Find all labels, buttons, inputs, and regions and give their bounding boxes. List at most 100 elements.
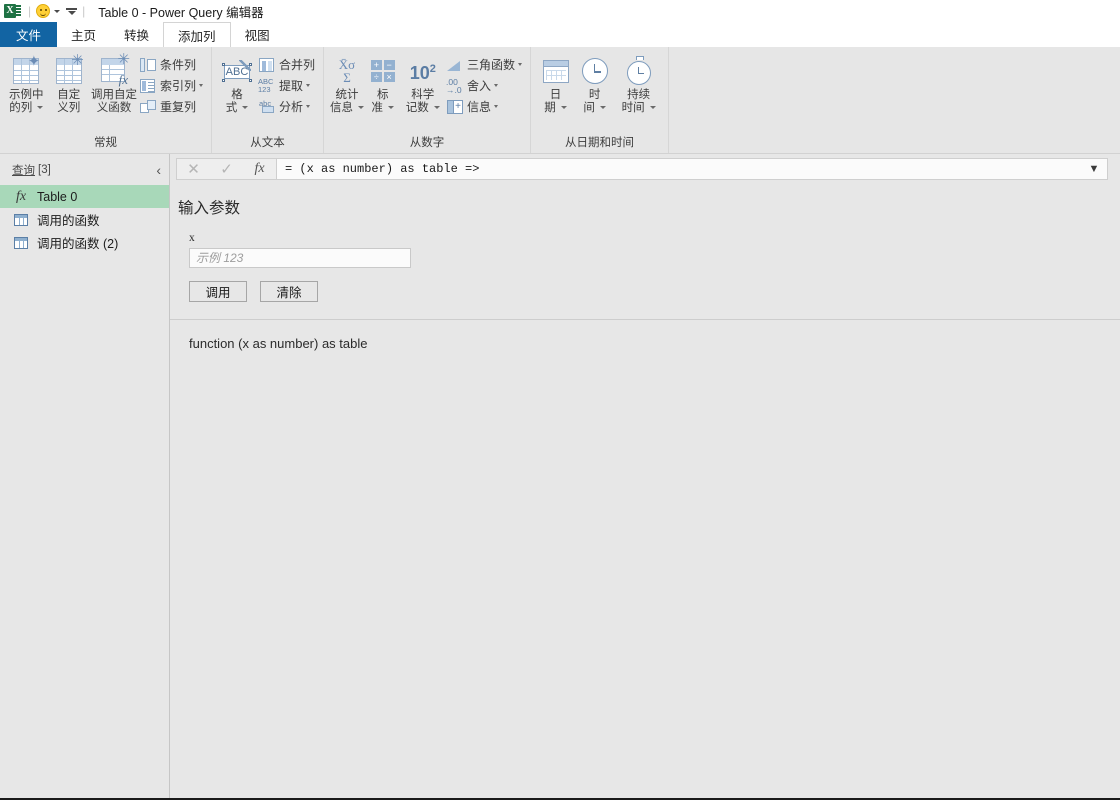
- ribbon-group-from-datetime-title: 从日期和时间: [565, 137, 634, 149]
- ribbon-group-general: ✦ 示例中 的列 ✳ 自定 义列 ✳ fx 调用自定 义函数 条件列 索引列 重…: [0, 47, 212, 153]
- date-button[interactable]: 日 期: [536, 52, 575, 115]
- ribbon: ✦ 示例中 的列 ✳ 自定 义列 ✳ fx 调用自定 义函数 条件列 索引列 重…: [0, 47, 1120, 154]
- titlebar-separator-2: |: [82, 4, 86, 18]
- stopwatch-icon: [626, 54, 651, 88]
- chevron-left-icon[interactable]: ‹: [154, 163, 163, 177]
- query-item-table-0[interactable]: fx Table 0: [0, 185, 169, 208]
- rounding-chevron-down-icon[interactable]: [494, 84, 498, 87]
- excel-icon: X: [4, 3, 21, 19]
- chevron-down-icon[interactable]: [54, 9, 61, 13]
- ribbon-group-from-number: X̄σ Σ 统计 信息 + − ÷ × 标 准 102 科学 记数 三角函数 .…: [324, 47, 531, 153]
- general-small-buttons: 条件列 索引列 重复列: [138, 52, 206, 117]
- scientific-label-1: 科学: [411, 89, 435, 101]
- statistics-label-2: 信息: [330, 102, 353, 114]
- chevron-down-icon[interactable]: ▼: [1085, 163, 1103, 175]
- parameter-input-x[interactable]: [189, 248, 411, 268]
- trigonometry-button[interactable]: 三角函数: [445, 54, 525, 75]
- scientific-notation-icon: 102: [409, 63, 436, 83]
- invoke-custom-function-label-1: 调用自定: [90, 89, 137, 101]
- query-item-invoked-function[interactable]: 调用的函数: [0, 208, 169, 231]
- fx-icon[interactable]: fx: [243, 159, 276, 179]
- invoke-button[interactable]: 调用: [189, 281, 247, 302]
- conditional-column-button[interactable]: 条件列: [138, 54, 206, 75]
- statistics-sigma-icon: X̄σ Σ: [338, 57, 356, 85]
- index-column-chevron-down-icon[interactable]: [198, 84, 203, 87]
- table-custom-icon: ✳: [55, 53, 84, 88]
- column-from-examples-label-2: 的列: [9, 102, 33, 114]
- merge-columns-button[interactable]: 合并列: [257, 54, 318, 75]
- queries-list: fx Table 0 调用的函数 调用的函数 (2): [0, 185, 169, 254]
- time-button[interactable]: 时 间: [575, 52, 614, 115]
- tab-file[interactable]: 文件: [0, 22, 58, 47]
- invoke-custom-function-button[interactable]: ✳ fx 调用自定 义函数: [90, 52, 138, 115]
- parse-button[interactable]: abc 分析: [257, 96, 318, 117]
- parse-chevron-down-icon[interactable]: [306, 105, 310, 108]
- statistics-button[interactable]: X̄σ Σ 统计 信息: [329, 52, 365, 115]
- merge-columns-label: 合并列: [278, 58, 315, 72]
- invoke-custom-function-label-2: 义函数: [96, 102, 132, 114]
- from-text-small-buttons: 合并列 ABC 123 提取 abc 分析: [257, 52, 318, 117]
- fx-function-icon: fx: [15, 188, 27, 204]
- tab-add-column[interactable]: 添加列: [163, 22, 231, 47]
- customize-toolbar-icon[interactable]: [66, 5, 78, 17]
- duration-button[interactable]: 持续 时间: [614, 52, 663, 115]
- ribbon-group-general-title: 常规: [94, 137, 117, 149]
- index-column-label: 索引列: [159, 79, 196, 93]
- column-from-examples-label-1: 示例中: [8, 89, 44, 101]
- table-function-icon: ✳ fx: [100, 52, 130, 88]
- rounding-button[interactable]: .00 →.0 舍入: [445, 75, 525, 96]
- check-icon[interactable]: ✓: [210, 159, 243, 179]
- standard-math-icon: + − ÷ ×: [370, 54, 395, 88]
- custom-column-label-2: 义列: [57, 102, 81, 114]
- time-label-2: 间: [583, 102, 595, 114]
- formula-input[interactable]: = (x as number) as table => ▼: [276, 158, 1108, 180]
- tab-home[interactable]: 主页: [57, 22, 111, 47]
- trigonometry-chevron-down-icon[interactable]: [518, 63, 522, 66]
- format-label-2: 式: [225, 102, 238, 114]
- duplicate-column-button[interactable]: 重复列: [138, 96, 206, 117]
- extract-chevron-down-icon[interactable]: [306, 84, 310, 87]
- title-bar: X | | Table 0 - Power Query 编辑器: [0, 0, 1120, 22]
- index-column-button[interactable]: 索引列: [138, 75, 206, 96]
- calendar-icon: [542, 54, 569, 88]
- queries-pane: 查询 [3] ‹ fx Table 0 调用的函数 调用的函数 (2): [0, 154, 170, 798]
- query-item-invoked-function-2[interactable]: 调用的函数 (2): [0, 231, 169, 254]
- merge-columns-icon: [258, 56, 276, 73]
- ribbon-group-from-text-title: 从文本: [250, 137, 285, 149]
- section-divider: [170, 319, 1120, 320]
- number-info-chevron-down-icon[interactable]: [494, 105, 498, 108]
- parse-label: 分析: [278, 100, 303, 114]
- queries-count: [3]: [38, 164, 51, 176]
- tab-transform[interactable]: 转换: [110, 22, 164, 47]
- ribbon-tabstrip: 文件 主页 转换 添加列 视图: [0, 22, 1120, 47]
- page-title: 输入参数: [178, 200, 241, 217]
- index-column-icon: [139, 77, 157, 94]
- format-button[interactable]: ABC 格 式: [217, 52, 257, 115]
- number-info-button[interactable]: 信息: [445, 96, 525, 117]
- close-icon[interactable]: ✕: [177, 159, 210, 179]
- time-label-1: 时: [588, 89, 601, 101]
- titlebar-separator-1: |: [28, 4, 32, 18]
- function-invoke-panel: 输入参数 x 调用 清除 function (x as number) as t…: [170, 184, 1120, 798]
- custom-column-button[interactable]: ✳ 自定 义列: [47, 52, 89, 115]
- date-label-1: 日: [549, 89, 562, 101]
- duration-label-1: 持续: [627, 89, 651, 101]
- format-abc-icon: ABC: [221, 54, 252, 88]
- parameter-label-x: x: [189, 232, 195, 244]
- standard-label-2: 准: [371, 102, 384, 114]
- format-label-1: 格: [231, 89, 243, 101]
- standard-button[interactable]: + − ÷ × 标 准: [365, 52, 401, 115]
- formula-bar-tools: ✕ ✓ fx: [176, 158, 276, 180]
- scientific-button[interactable]: 102 科学 记数: [401, 52, 445, 115]
- conditional-column-label: 条件列: [159, 58, 196, 72]
- extract-button[interactable]: ABC 123 提取: [257, 75, 318, 96]
- from-number-small-buttons: 三角函数 .00→.0 舍入 信息: [445, 52, 525, 117]
- scientific-label-2: 记数: [405, 102, 429, 114]
- smiley-feedback-icon[interactable]: [36, 4, 61, 18]
- table-icon: [12, 212, 30, 228]
- column-from-examples-button[interactable]: ✦ 示例中 的列: [5, 52, 47, 115]
- clear-button[interactable]: 清除: [260, 281, 318, 302]
- invoke-button-row: 调用 清除: [189, 281, 1120, 302]
- tab-view[interactable]: 视图: [230, 22, 284, 47]
- power-query-editor-window: X | | Table 0 - Power Query 编辑器 文件 主页 转换…: [0, 0, 1120, 800]
